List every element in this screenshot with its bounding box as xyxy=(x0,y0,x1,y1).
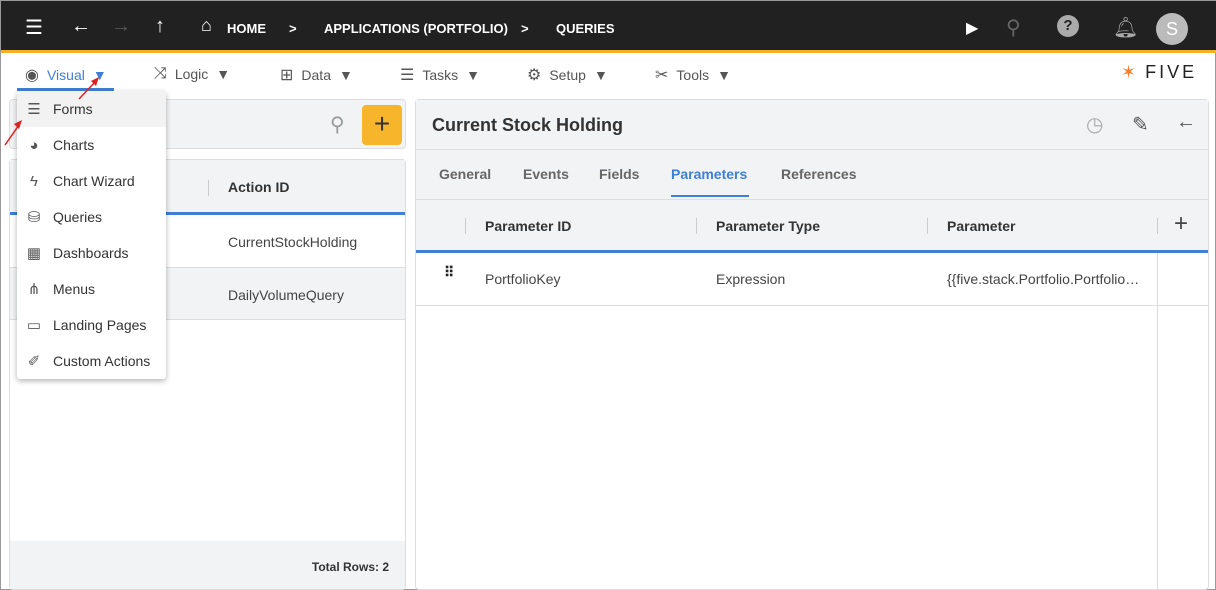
menu-bar: ◉ Visual ▼ ⤨ Logic ▼ ⊞ Data ▼ ☰ Tasks ▼ ⚙ Setup ▼ … xyxy=(1,56,1216,92)
sitemap-icon: ⋔ xyxy=(27,281,41,298)
add-parameter-button[interactable]: + xyxy=(1174,210,1188,238)
column-divider xyxy=(1157,253,1158,590)
add-button[interactable]: + xyxy=(362,105,402,145)
database-search-icon: ⛁ xyxy=(27,209,41,226)
chart-wizard-icon: ϟ xyxy=(30,172,38,190)
back-arrow-icon[interactable]: ← xyxy=(71,15,91,38)
page-title: Current Stock Holding xyxy=(432,115,624,135)
menu-tools[interactable]: ✂ Tools ▼ xyxy=(655,65,731,85)
history-icon[interactable]: ◷ xyxy=(1086,112,1103,137)
tab-parameters[interactable]: Parameters xyxy=(671,166,747,182)
caret-down-icon: ▼ xyxy=(593,67,608,83)
breadcrumb-queries[interactable]: QUERIES xyxy=(556,21,615,36)
home-icon[interactable]: ⌂ xyxy=(201,15,212,36)
tab-fields[interactable]: Fields xyxy=(599,166,639,182)
menu-tasks[interactable]: ☰ Tasks ▼ xyxy=(400,65,480,85)
debug-search-icon[interactable]: ⚲ xyxy=(1006,15,1021,40)
menu-data[interactable]: ⊞ Data ▼ xyxy=(280,65,353,85)
help-icon[interactable]: ? xyxy=(1057,15,1079,37)
forward-arrow-icon[interactable]: → xyxy=(111,15,131,38)
landing-page-icon: ▭ xyxy=(26,317,42,334)
play-icon[interactable]: ▶ xyxy=(966,18,978,38)
chevron-right-icon: > xyxy=(289,21,297,36)
bell-icon[interactable]: 🔔︎ xyxy=(1113,15,1138,40)
back-arrow-icon[interactable]: ← xyxy=(1176,111,1196,134)
tasks-icon: ☰ xyxy=(400,67,415,84)
logic-icon: ⤨ xyxy=(154,65,167,82)
tools-icon: ✂ xyxy=(655,67,669,84)
detail-header: Current Stock Holding ◷ ✎ ← xyxy=(416,100,1208,150)
table-footer: Total Rows: 2 xyxy=(10,541,405,589)
hamburger-menu-icon[interactable]: ☰ xyxy=(25,15,43,40)
menu-item-dashboards[interactable]: ▦ Dashboards xyxy=(17,235,166,271)
gear-icon: ⚙ xyxy=(527,67,542,84)
up-arrow-icon[interactable]: ↑ xyxy=(155,15,165,38)
column-parameter-type[interactable]: Parameter Type xyxy=(716,218,820,234)
edit-icon[interactable]: ✎ xyxy=(1132,112,1149,137)
caret-down-icon: ▼ xyxy=(717,67,731,83)
caret-down-icon: ▼ xyxy=(466,67,480,83)
caret-down-icon: ▼ xyxy=(338,67,353,83)
parameters-table-header: Parameter ID Parameter Type Parameter + xyxy=(416,199,1208,253)
menu-setup[interactable]: ⚙ Setup ▼ xyxy=(527,65,608,85)
menu-item-chart-wizard[interactable]: ϟ Chart Wizard xyxy=(17,163,166,199)
annotation-arrows xyxy=(4,77,99,146)
dashboard-icon: ▦ xyxy=(26,245,42,262)
search-icon[interactable]: ⚲ xyxy=(330,112,345,137)
menu-item-queries[interactable]: ⛁ Queries xyxy=(17,199,166,235)
column-parameter[interactable]: Parameter xyxy=(947,218,1016,234)
five-logo: ✶ FIVE xyxy=(1121,62,1198,82)
tab-references[interactable]: References xyxy=(781,166,857,182)
table-icon: ⊞ xyxy=(280,67,294,84)
caret-down-icon: ▼ xyxy=(216,66,231,82)
active-tab-indicator xyxy=(671,195,749,197)
column-parameter-id[interactable]: Parameter ID xyxy=(485,218,571,234)
drag-handle-icon[interactable]: ⠿ xyxy=(444,265,454,279)
column-action-id[interactable]: Action ID xyxy=(228,179,289,195)
avatar[interactable]: S xyxy=(1156,13,1188,45)
menu-item-custom-actions[interactable]: ✐ Custom Actions xyxy=(17,343,166,379)
menu-item-menus[interactable]: ⋔ Menus xyxy=(17,271,166,307)
top-bar: ☰ ← → ↑ ⌂ HOME > APPLICATIONS (PORTFOLIO… xyxy=(1,1,1216,53)
custom-action-icon: ✐ xyxy=(27,353,41,370)
breadcrumb-applications[interactable]: APPLICATIONS (PORTFOLIO) xyxy=(324,21,508,36)
chevron-right-icon: > xyxy=(521,21,529,36)
table-row[interactable]: ⠿ PortfolioKey Expression {{five.stack.P… xyxy=(416,253,1208,306)
breadcrumb-home[interactable]: HOME xyxy=(227,21,266,36)
menu-item-landing-pages[interactable]: ▭ Landing Pages xyxy=(17,307,166,343)
tab-events[interactable]: Events xyxy=(523,166,569,182)
menu-logic[interactable]: ⤨ Logic ▼ xyxy=(154,65,230,83)
tab-general[interactable]: General xyxy=(439,166,491,182)
